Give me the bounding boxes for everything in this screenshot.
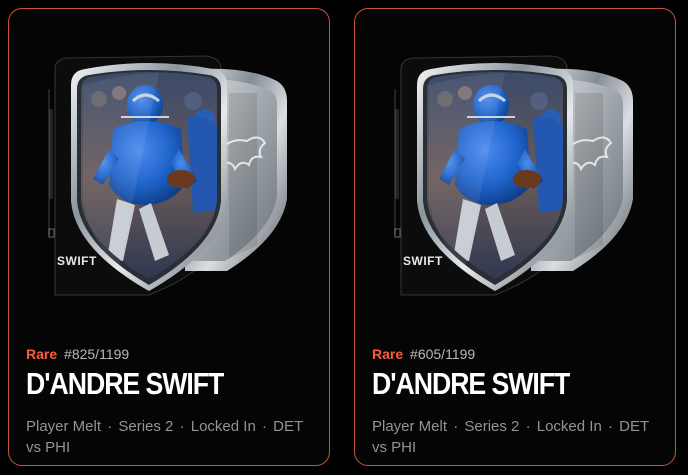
meta-separator: · [261, 418, 267, 435]
rarity-line: Rare #825/1199 [26, 345, 315, 363]
rarity-label: Rare [372, 346, 404, 362]
meta-separator: · [179, 418, 185, 435]
player-name: D'ANDRE SWIFT [372, 366, 570, 401]
shield-plate-name: SWIFT [403, 254, 443, 268]
moment-card[interactable]: SWIFT Rare #605/1199 D'ANDRE SWIFT Playe… [354, 8, 676, 466]
rarity-label: Rare [26, 346, 58, 362]
rarity-line: Rare #605/1199 [372, 345, 661, 363]
serial-number: #825/1199 [64, 346, 130, 362]
meta-separator: · [107, 418, 113, 435]
meta-series: Series 2 [464, 418, 520, 435]
meta-separator: · [607, 418, 613, 435]
card-info: Rare #605/1199 D'ANDRE SWIFT Player Melt… [372, 345, 661, 458]
shield-plate-name: SWIFT [57, 254, 97, 268]
card-artwork: SWIFT [355, 9, 675, 329]
meta-separator: · [525, 418, 531, 435]
card-artwork: SWIFT [9, 9, 329, 329]
shield-art-svg: SWIFT [48, 55, 287, 296]
meta-set: Locked In [536, 418, 602, 435]
moment-meta: Player Melt · Series 2 · Locked In · DET… [26, 416, 315, 458]
player-name: D'ANDRE SWIFT [26, 366, 224, 401]
meta-play-type: Player Melt [26, 418, 102, 435]
moment-meta: Player Melt · Series 2 · Locked In · DET… [372, 416, 661, 458]
meta-separator: · [453, 418, 459, 435]
serial-number: #605/1199 [410, 346, 476, 362]
card-info: Rare #825/1199 D'ANDRE SWIFT Player Melt… [26, 345, 315, 458]
meta-set: Locked In [190, 418, 256, 435]
moment-card[interactable]: SWIFT Rare #825/1199 D'ANDRE SWIFT Playe… [8, 8, 330, 466]
meta-play-type: Player Melt [372, 418, 448, 435]
shield-art-svg: SWIFT [394, 55, 633, 296]
meta-series: Series 2 [118, 418, 174, 435]
